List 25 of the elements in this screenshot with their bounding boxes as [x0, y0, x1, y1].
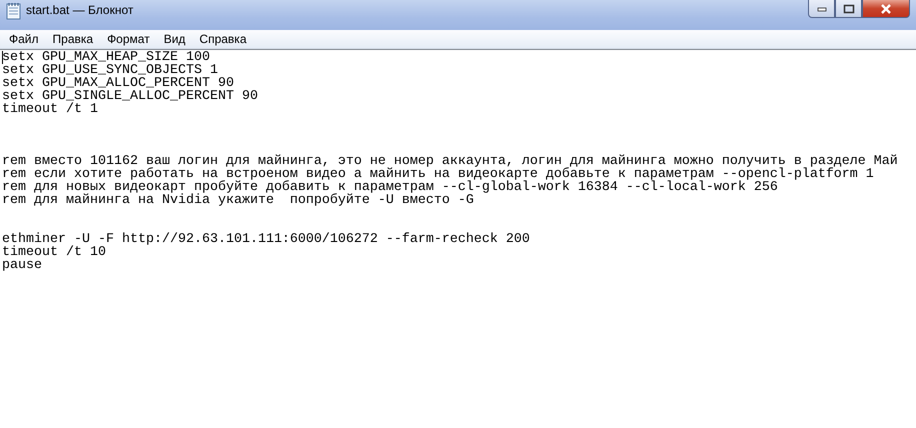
- close-icon: [880, 4, 892, 14]
- menu-item[interactable]: Формат: [100, 32, 157, 46]
- menu-item[interactable]: Файл: [2, 32, 46, 46]
- maximize-icon: [842, 4, 854, 14]
- menu-item[interactable]: Правка: [46, 32, 100, 46]
- code-line: setx GPU_SINGLE_ALLOC_PERCENT 90: [2, 90, 259, 103]
- code-line: pause: [2, 259, 43, 272]
- code-line: timeout /t 10: [2, 246, 107, 259]
- code-line: timeout /t 1: [2, 103, 99, 116]
- code-line: ethminer -U -F http://92.63.101.111:6000/106272 --farm-recheck 200: [2, 233, 531, 246]
- window-title: start.bat — Блокнот: [26, 3, 134, 17]
- minimize-button[interactable]: [808, 0, 835, 18]
- code-line: rem если хотите работать на встроеном видео а майнить на видеокарте добавьте к параметрам --opencl-platform 1: [2, 168, 875, 181]
- maximize-button[interactable]: [835, 0, 862, 18]
- code-line: setx GPU_MAX_HEAP_SIZE 100: [2, 51, 211, 64]
- code-line: rem для новых видеокарт пробуйте добавить к параметрам --cl-global-work 16384 --cl-local-work 256: [2, 181, 779, 194]
- code-line: setx GPU_MAX_ALLOC_PERCENT 90: [2, 77, 235, 90]
- notepad-icon: [6, 2, 22, 20]
- close-button[interactable]: [862, 0, 910, 18]
- minimize-icon: [816, 6, 826, 12]
- code-line: rem вместо 101162 ваш логин для майнинга, это не номер аккаунта, логин для майнинга можно получить в разделе Май: [2, 155, 899, 168]
- code-line: rem для майнинга на Nvidia укажите попробуйте -U вместо -G: [2, 194, 475, 207]
- menu-item[interactable]: Вид: [156, 32, 192, 46]
- menu-item[interactable]: Справка: [192, 32, 254, 46]
- code-line: setx GPU_USE_SYNC_OBJECTS 1: [2, 64, 219, 77]
